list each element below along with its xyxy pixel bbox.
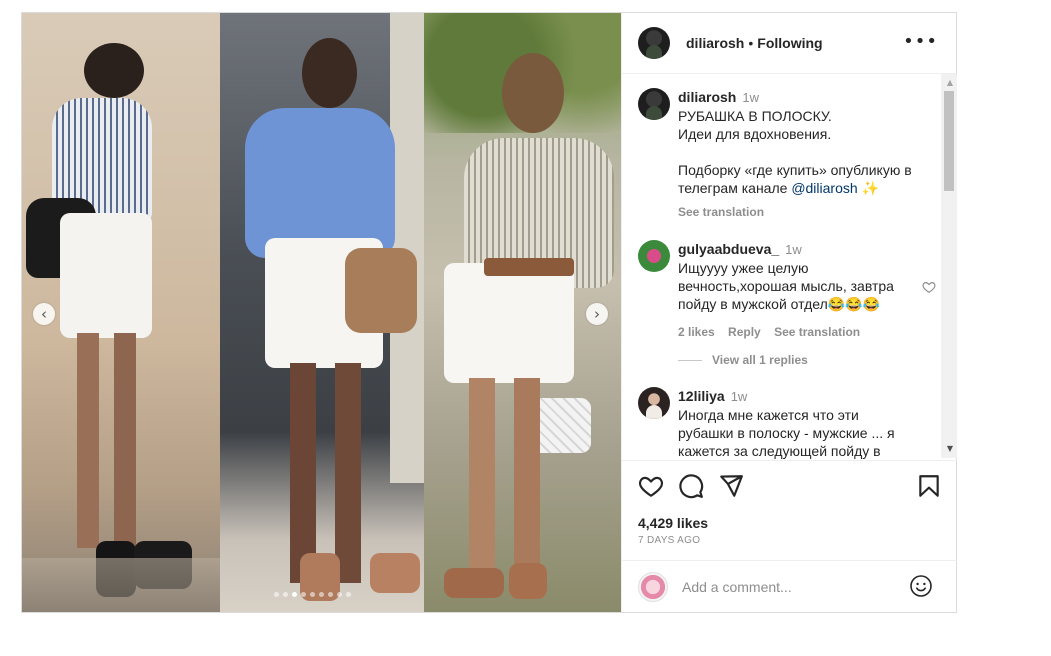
comment-item: gulyaabdueva_ 1w Ищуууу ужее целую вечнос… (638, 240, 936, 341)
view-replies-button[interactable]: View all 1 replies (678, 353, 808, 367)
instagram-post-dialog: ‹ › diliarosh • Following ••• diliarosh 1… (21, 12, 957, 613)
reply-button[interactable]: Reply (728, 325, 761, 339)
carousel-indicator (274, 592, 351, 597)
post-date[interactable]: 7 DAYS AGO (638, 535, 700, 546)
caption-line: Идеи для вдохновения. (678, 126, 832, 142)
carousel-dot (328, 592, 333, 597)
view-replies-label: View all 1 replies (712, 353, 808, 367)
carousel-next-button[interactable]: › (586, 303, 608, 325)
commenter-username[interactable]: gulyaabdueva_ (678, 241, 779, 257)
replies-divider (678, 359, 702, 361)
post-media-carousel[interactable]: ‹ › (22, 13, 621, 612)
comment-icon[interactable] (678, 473, 704, 499)
author-avatar[interactable] (638, 27, 670, 59)
carousel-dot (283, 592, 288, 597)
carousel-dot (319, 592, 324, 597)
add-comment-input[interactable]: Add a comment... (682, 579, 792, 595)
scroll-up-arrow-icon[interactable]: ▲ (947, 78, 953, 87)
sparkles-emoji: ✨ (861, 180, 879, 196)
carousel-dot (292, 592, 297, 597)
carousel-dot (337, 592, 342, 597)
send-icon[interactable] (718, 473, 744, 499)
post-header: diliarosh • Following ••• (622, 13, 956, 74)
comment-text: рубашки в полоску - мужские ... я (678, 425, 895, 441)
comment-likes[interactable]: 2 likes (678, 325, 715, 339)
post-side-panel: diliarosh • Following ••• diliarosh 1w РУ… (621, 13, 957, 612)
comment-text: Иногда мне кажется что эти (678, 407, 859, 423)
carousel-dot (274, 592, 279, 597)
comment-time: 1w (785, 242, 802, 257)
smiley-icon[interactable] (909, 574, 933, 598)
comments-scrollbar[interactable]: ▲ ▼ (941, 74, 957, 458)
more-horizontal-icon[interactable]: ••• (903, 33, 938, 51)
current-user-avatar (638, 571, 668, 602)
comment-item: 12liliya 1w Иногда мне кажется что эти ру… (638, 387, 928, 460)
add-comment-bar: Add a comment... (622, 560, 957, 612)
caption-line: Подборку «где купить» опубликую в (678, 162, 912, 178)
heart-icon[interactable] (922, 280, 936, 294)
comments-list[interactable]: diliarosh 1w РУБАШКА В ПОЛОСКУ. Идеи для … (622, 74, 957, 460)
carousel-dot (310, 592, 315, 597)
comment-text: пойду в мужской отдел😂😂😂 (678, 296, 881, 312)
carousel-dot (346, 592, 351, 597)
bookmark-icon[interactable] (916, 473, 942, 499)
author-username[interactable]: diliarosh (686, 35, 744, 51)
see-translation-link[interactable]: See translation (678, 205, 764, 219)
following-button[interactable]: Following (757, 35, 822, 51)
caption-username[interactable]: diliarosh (678, 89, 736, 105)
outfit-photo-2 (220, 13, 424, 612)
carousel-dot (301, 592, 306, 597)
carousel-prev-button[interactable]: ‹ (33, 303, 55, 325)
chevron-right-icon: › (594, 304, 600, 323)
post-caption: diliarosh 1w РУБАШКА В ПОЛОСКУ. Идеи для … (638, 88, 928, 221)
commenter-avatar[interactable] (638, 387, 670, 419)
likes-count[interactable]: 4,429 likes (638, 515, 708, 531)
scrollbar-thumb[interactable] (944, 91, 954, 191)
chevron-left-icon: ‹ (41, 304, 47, 323)
caption-avatar[interactable] (638, 88, 670, 120)
mention-link[interactable]: @diliarosh (791, 180, 857, 196)
commenter-avatar[interactable] (638, 240, 670, 272)
comment-text: кажется за следующей пойду в (678, 443, 881, 459)
header-separator: • (748, 35, 754, 51)
caption-line: РУБАШКА В ПОЛОСКУ. (678, 108, 832, 124)
commenter-username[interactable]: 12liliya (678, 388, 725, 404)
comment-text: Ищуууу ужее целую (678, 260, 809, 276)
see-translation-link[interactable]: See translation (774, 325, 860, 339)
post-actions: 4,429 likes 7 DAYS AGO (622, 460, 957, 560)
heart-icon[interactable] (638, 473, 664, 499)
comment-text: вечность,хорошая мысль, завтра (678, 278, 894, 294)
comment-time: 1w (730, 389, 748, 404)
caption-line: телеграм канале (678, 180, 792, 196)
scroll-down-arrow-icon[interactable]: ▼ (947, 444, 953, 453)
caption-time: 1w (742, 90, 759, 105)
